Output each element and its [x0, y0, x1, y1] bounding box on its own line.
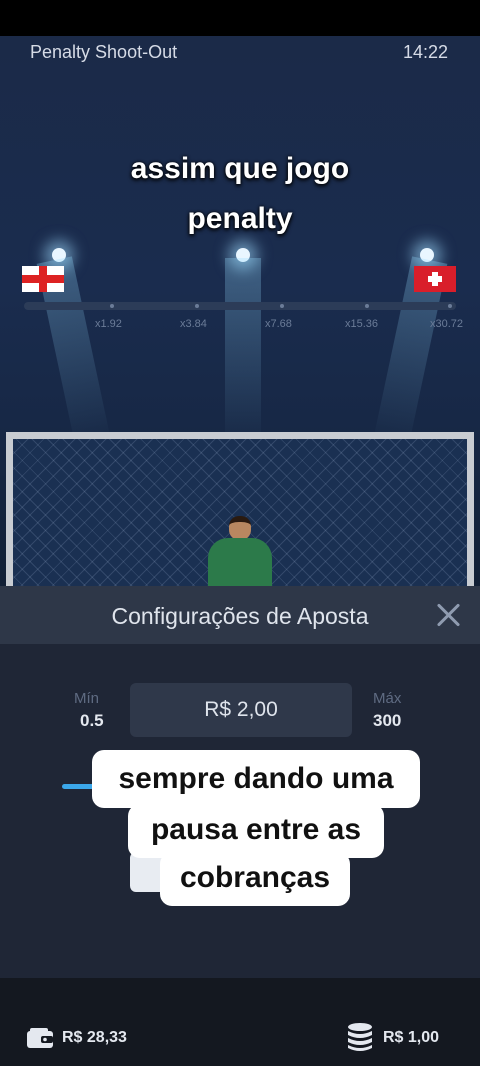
- track-dot: [110, 304, 114, 308]
- multiplier-label: x7.68: [265, 318, 292, 330]
- video-caption-top: assim que jogo penalty: [0, 144, 480, 244]
- caption-line: penalty: [187, 202, 293, 235]
- goalkeeper-head: [229, 516, 251, 540]
- multiplier-label: x15.36: [345, 318, 379, 330]
- game-scene: Penalty Shoot-Out 14:22 assim que jogo p…: [0, 36, 480, 586]
- track-dot: [195, 304, 199, 308]
- wallet-icon: [27, 1028, 53, 1048]
- clock-time: 14:22: [402, 42, 448, 62]
- caption-line-box: sempre dando uma: [92, 750, 420, 808]
- max-value[interactable]: 300: [373, 711, 401, 731]
- caption-line: sempre dando uma: [118, 762, 394, 795]
- caption-line: pausa entre as: [150, 813, 362, 846]
- track-dot: [280, 304, 284, 308]
- min-value[interactable]: 0.5: [80, 711, 104, 731]
- caption-line: cobranças: [179, 861, 331, 894]
- footer-bar: R$ 28,33 R$ 1,00: [0, 978, 480, 1066]
- caption-line-box: pausa entre as: [128, 804, 384, 858]
- track-dot: [448, 304, 452, 308]
- bet-slider-handle[interactable]: [62, 784, 96, 789]
- bet-settings-panel: Mín 0.5 R$ 2,00 Máx 300 sempre dando uma…: [0, 644, 480, 978]
- balance-value: R$ 28,33: [62, 1029, 127, 1046]
- caption-line-box: cobranças: [160, 852, 350, 906]
- switzerland-flag-icon: [414, 266, 456, 292]
- game-title: Penalty Shoot-Out: [30, 42, 178, 62]
- caption-line: assim que jogo: [130, 152, 350, 185]
- multiplier-label: x1.92: [95, 318, 122, 330]
- multiplier-track: [24, 302, 456, 310]
- multiplier-label: x30.72: [430, 318, 464, 330]
- status-bar: [0, 0, 480, 36]
- england-flag-icon: [22, 266, 64, 292]
- goalkeeper-body: [208, 538, 272, 586]
- close-icon[interactable]: [434, 600, 464, 630]
- coin-stack-icon: [348, 1023, 372, 1051]
- bet-settings-title: Configurações de Aposta: [111, 603, 369, 629]
- goalkeeper: [200, 516, 280, 586]
- bet-value[interactable]: R$ 1,00: [383, 1029, 439, 1047]
- bet-settings-header: Configurações de Aposta: [0, 586, 480, 644]
- max-label: Máx: [373, 690, 402, 707]
- min-label: Mín: [74, 690, 100, 707]
- light-beam: [225, 258, 261, 448]
- multiplier-label: x3.84: [180, 318, 207, 330]
- track-dot: [365, 304, 369, 308]
- bet-amount-input[interactable]: R$ 2,00: [130, 683, 352, 737]
